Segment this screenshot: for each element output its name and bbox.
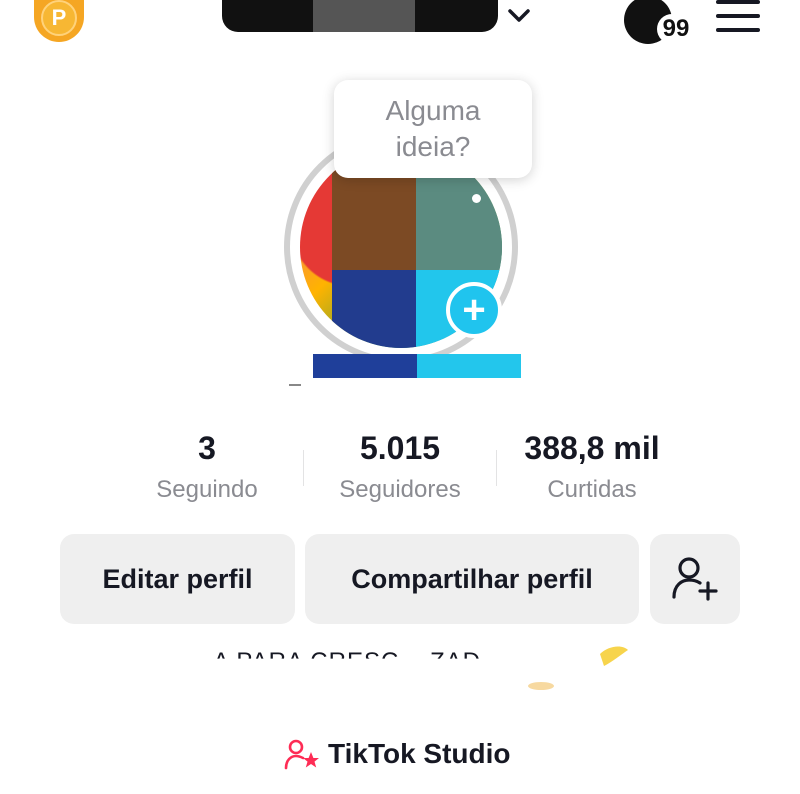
studio-icon: [284, 739, 319, 770]
stat-label: Seguidores: [339, 476, 461, 503]
stat-value: 388,8 mil: [524, 430, 660, 466]
avatar-suggestion-tooltip[interactable]: Alguma ideia?: [334, 80, 532, 178]
add-avatar-plus-icon[interactable]: +: [446, 282, 502, 338]
stat-likes[interactable]: 388,8 mil Curtidas: [497, 428, 687, 504]
coins-button[interactable]: P: [34, 0, 84, 42]
stat-following[interactable]: 3 Seguindo: [112, 428, 302, 504]
bio-text: ...A PARA CRESC... ZAD...: [190, 648, 504, 675]
edit-profile-button[interactable]: Editar perfil: [60, 534, 295, 624]
username: [313, 354, 521, 378]
notifications-badge: 99: [657, 14, 695, 44]
tooltip-pointer-dot: [472, 194, 481, 203]
stat-label: Curtidas: [547, 476, 637, 503]
bio-emoji-icon: [600, 646, 628, 666]
hamburger-menu-icon[interactable]: [716, 0, 760, 36]
tooltip-text: Alguma ideia?: [385, 95, 481, 162]
divider: [289, 384, 301, 386]
stat-label: Seguindo: [156, 476, 258, 503]
profile-bio[interactable]: ...A PARA CRESC... ZAD...: [190, 648, 630, 688]
account-switcher-name[interactable]: [222, 0, 498, 32]
stat-followers[interactable]: 5.015 Seguidores: [305, 428, 495, 504]
stat-value: 5.015: [359, 430, 441, 466]
coin-icon: P: [41, 0, 77, 36]
stat-value: 3: [198, 430, 216, 466]
chevron-down-icon[interactable]: [506, 4, 532, 26]
tiktok-studio-link[interactable]: TikTok Studio: [284, 736, 511, 772]
bio-emoji-icon: [528, 682, 554, 690]
stat-divider: [303, 450, 304, 486]
studio-label: TikTok Studio: [328, 738, 511, 769]
add-user-icon: [672, 557, 718, 601]
share-profile-button[interactable]: Compartilhar perfil: [305, 534, 639, 624]
add-friends-button[interactable]: [650, 534, 740, 624]
